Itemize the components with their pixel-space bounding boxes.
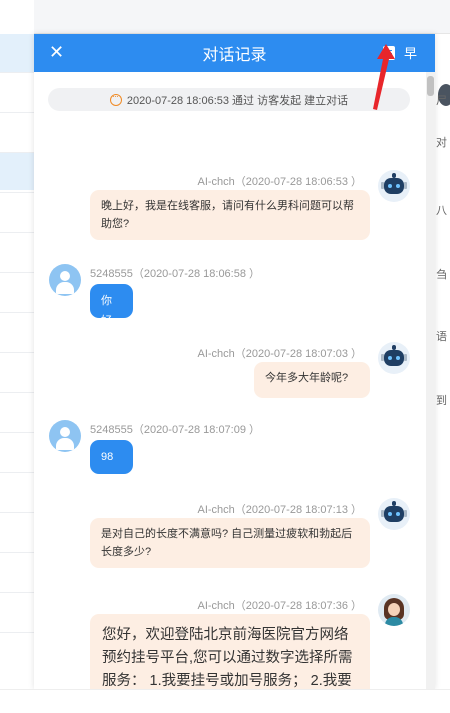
header-action-label[interactable]: 早 [404, 43, 417, 62]
background-bottom-strip [0, 689, 450, 713]
message-meta: AI-chch（2020-07-28 18:07:03 ） [198, 345, 363, 361]
background-highlight-row [0, 34, 34, 72]
visitor-avatar [49, 264, 81, 296]
drawer-title: 对话记录 [202, 47, 267, 64]
background-glyph: 到 [436, 395, 447, 407]
message-sender: 5248555 [90, 424, 133, 436]
message-bubble: 你好 [90, 284, 133, 327]
robot-avatar [378, 342, 410, 374]
message-sender: AI-chch [197, 600, 235, 612]
message-bubble: 晚上好，我是在线客服，请问有什么男科问题可以帮助您? [90, 190, 370, 240]
robot-avatar [378, 498, 410, 530]
message-meta: 5248555（2020-07-28 18:07:09 ） [90, 421, 260, 437]
message-meta: 5248555（2020-07-28 18:06:58 ） [90, 265, 260, 281]
agent-avatar [378, 594, 410, 626]
background-glyph: 对 [436, 137, 447, 149]
background-glyph: 八 [436, 205, 447, 217]
message-bubble: 今年多大年龄呢? [254, 362, 370, 398]
background-highlight-row [0, 152, 34, 190]
background-right-panel: 尸 对 八 刍 语 到 [436, 34, 450, 713]
background-glyph: 语 [436, 331, 447, 343]
chat-bubble-icon [109, 91, 122, 106]
message-sender: AI-chch [197, 348, 235, 360]
close-icon[interactable]: ✕ [49, 42, 64, 62]
scrollbar[interactable] [426, 72, 435, 689]
message-time: （2020-07-28 18:06:58 ） [132, 268, 261, 280]
background-top-bar [0, 0, 450, 34]
message-bubble: 是对自己的长度不满意吗? 自己测量过疲软和勃起后长度多少? [90, 518, 370, 568]
background-glyph: 尸 [436, 95, 447, 107]
scrollbar-thumb[interactable] [427, 76, 434, 96]
conversation-drawer: ✕ 对话记录 早 2020-07-28 18:06:53 通过 访客发起 建立对… [34, 34, 435, 689]
message-time: （2020-07-28 18:07:36 ） [234, 600, 362, 612]
robot-avatar [378, 170, 410, 202]
system-message: 2020-07-28 18:06:53 通过 访客发起 建立对话 [48, 88, 410, 111]
system-message-text: 2020-07-28 18:06:53 通过 访客发起 建立对话 [126, 94, 349, 107]
message-sender: AI-chch [197, 176, 235, 188]
background-glyph: 刍 [436, 269, 447, 281]
message-bubble: 您好，欢迎登陆北京前海医院官方网络预约挂号平台,您可以通过数字选择所需服务： 1… [90, 614, 370, 689]
message-sender: 5248555 [90, 268, 133, 280]
message-meta: AI-chch（2020-07-28 18:06:53 ） [198, 173, 363, 189]
message-time: （2020-07-28 18:06:53 ） [234, 176, 362, 188]
message-time: （2020-07-28 18:07:13 ） [234, 504, 362, 516]
message-time: （2020-07-28 18:07:03 ） [234, 348, 362, 360]
background-list [0, 0, 34, 713]
message-time: （2020-07-28 18:07:09 ） [132, 424, 261, 436]
message-sender: AI-chch [197, 504, 235, 516]
message-bubble: 98 [90, 440, 133, 474]
message-meta: AI-chch（2020-07-28 18:07:13 ） [198, 501, 363, 517]
visitor-avatar [49, 420, 81, 452]
message-meta: AI-chch（2020-07-28 18:07:36 ） [198, 597, 363, 613]
message-list: 2020-07-28 18:06:53 通过 访客发起 建立对话 AI-chch… [34, 72, 426, 689]
annotation-arrow-icon [373, 44, 395, 110]
